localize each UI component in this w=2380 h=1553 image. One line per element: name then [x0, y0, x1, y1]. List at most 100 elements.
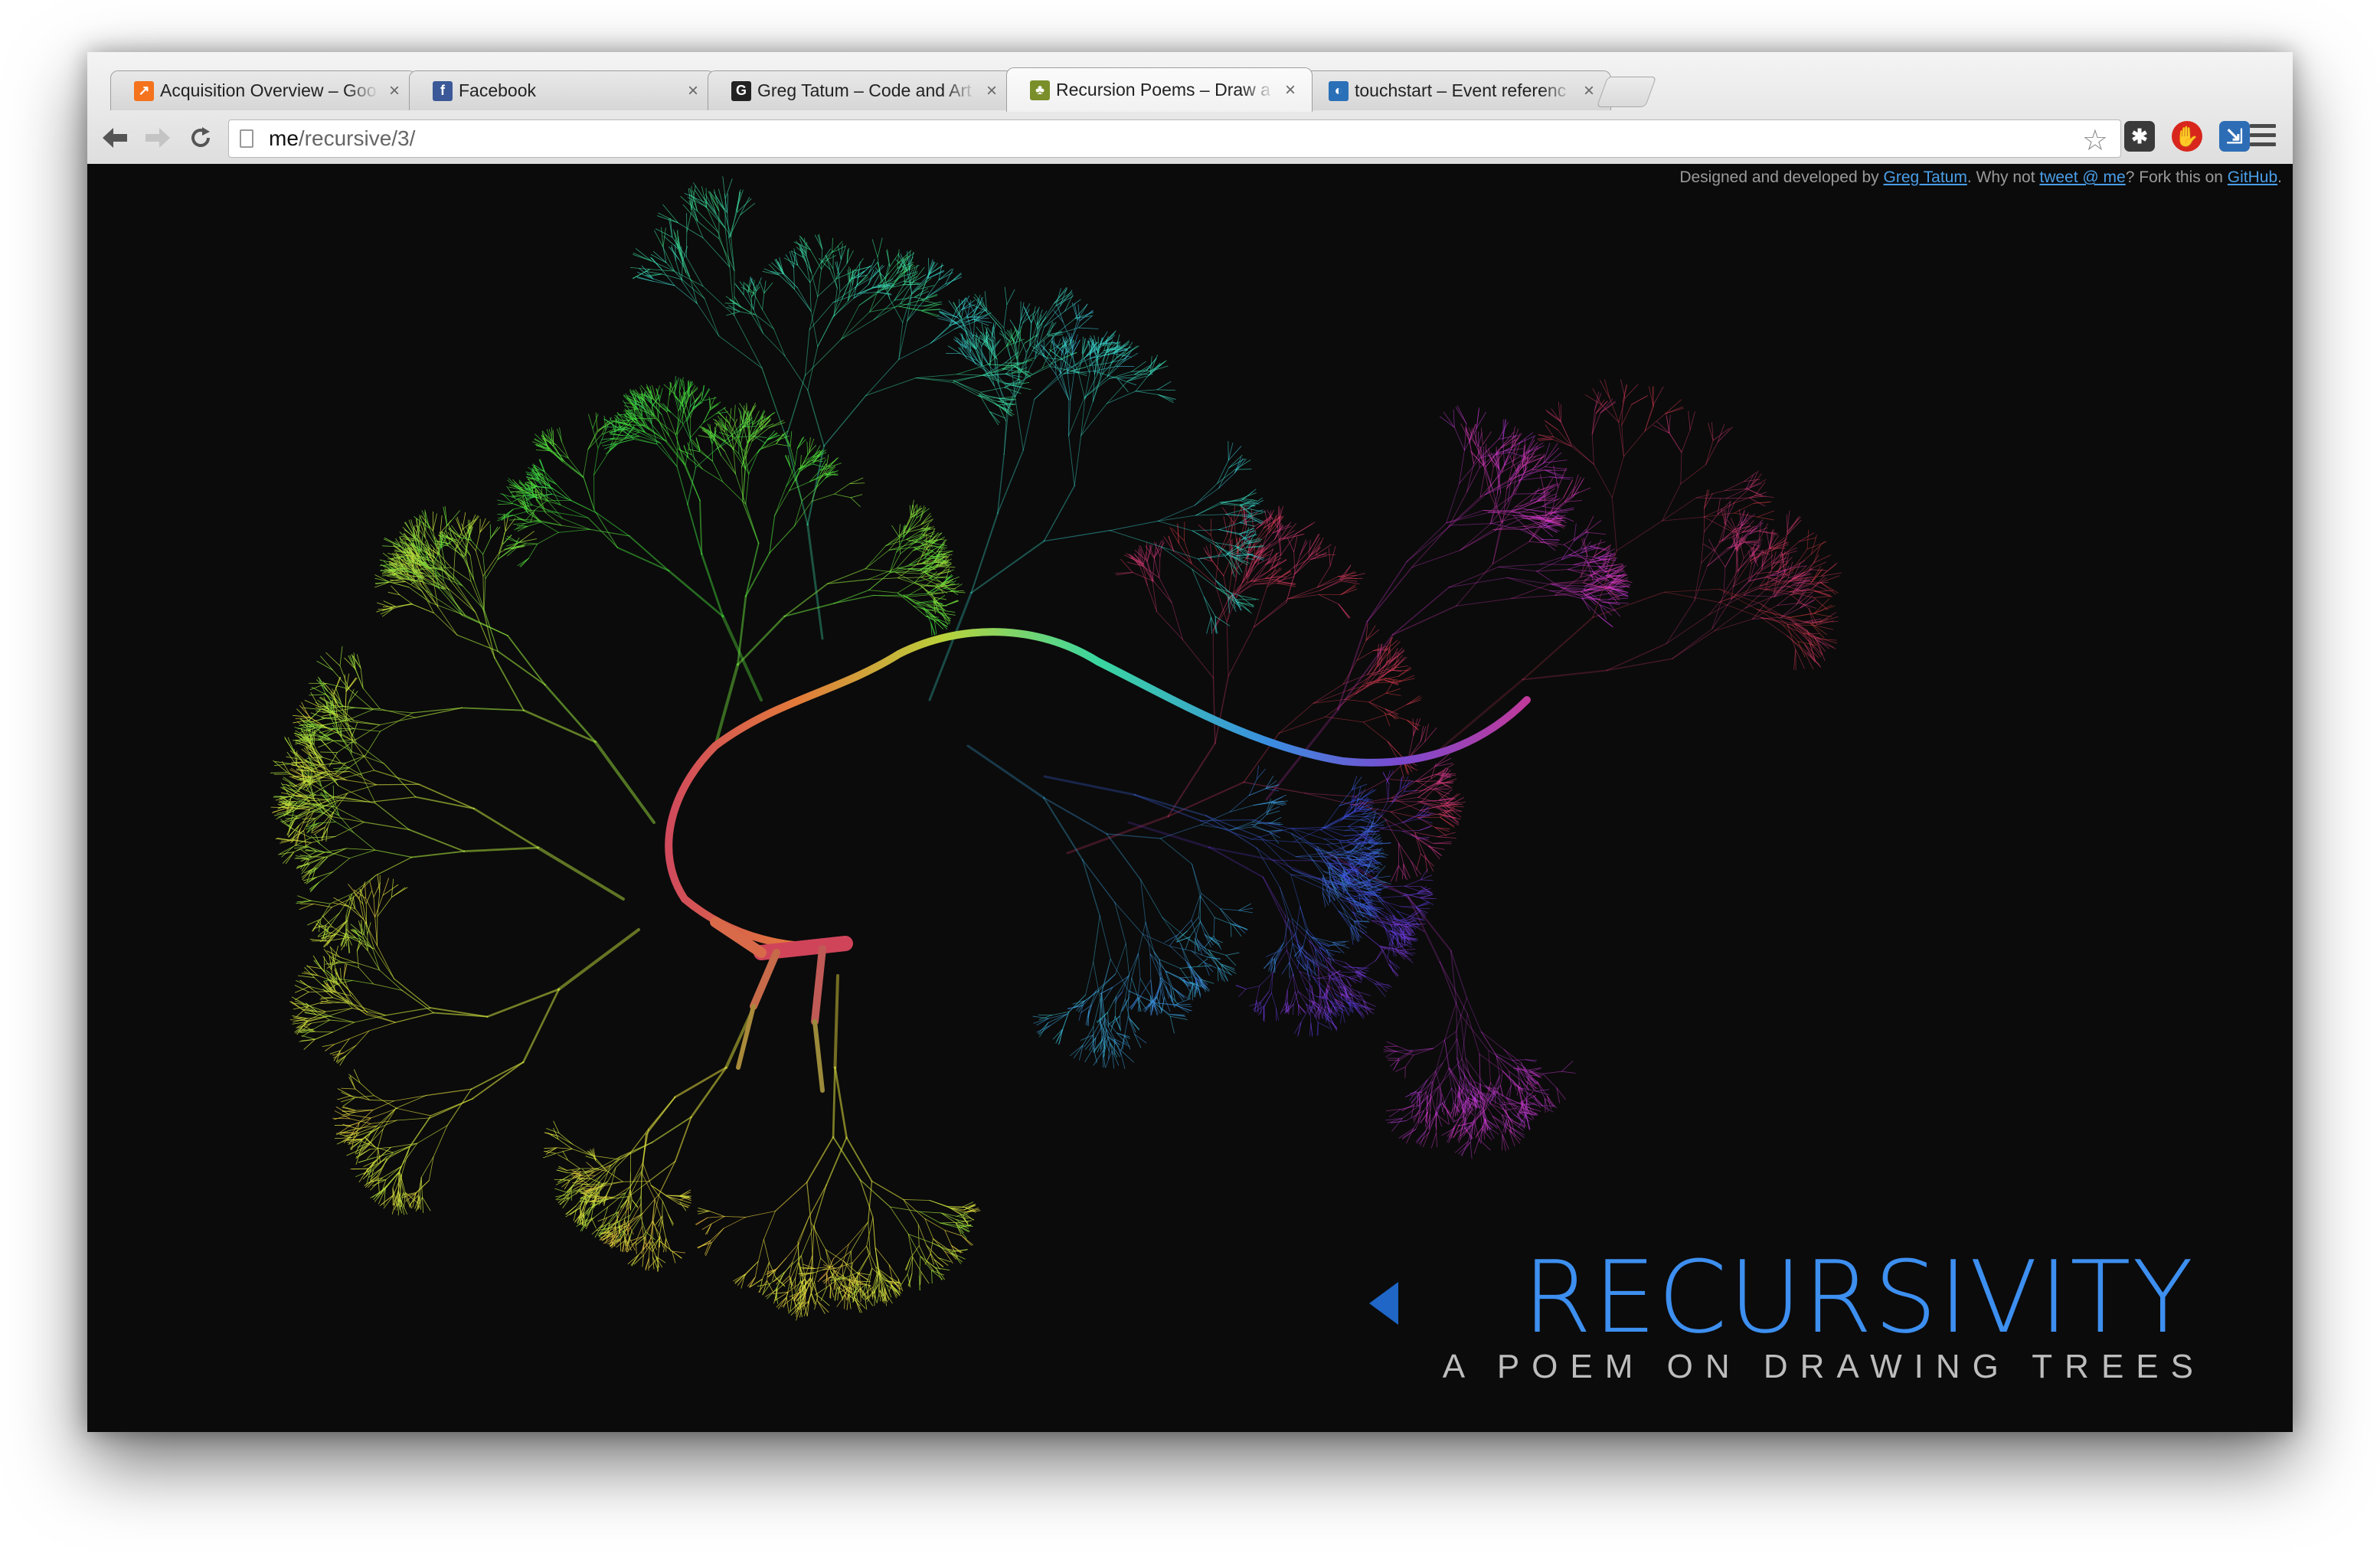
- tree-branch: [1223, 557, 1231, 577]
- tree-branch: [1070, 367, 1087, 371]
- facebook-icon: f: [433, 80, 453, 101]
- tree-branch: [1140, 879, 1146, 923]
- tree-branch: [1631, 395, 1649, 405]
- tree-branch: [1439, 416, 1455, 428]
- tree-branch: [1145, 921, 1151, 954]
- tree-branch: [1446, 805, 1462, 818]
- tree-branch: [1088, 990, 1097, 1011]
- tree-branch: [810, 311, 819, 347]
- tree-branch: [833, 298, 855, 316]
- tree-branch: [1052, 1028, 1063, 1040]
- forward-button[interactable]: [141, 121, 175, 155]
- tree-branch: [724, 178, 733, 199]
- tree-branch: [973, 319, 989, 326]
- tree-branch: [1003, 304, 1008, 329]
- tree-branch: [658, 212, 678, 224]
- tree-branch: [1599, 604, 1612, 616]
- menu-icon[interactable]: [2250, 124, 2276, 150]
- tree-branch: [1110, 959, 1130, 992]
- tree-branch: [1384, 1045, 1398, 1048]
- tree-branch: [970, 540, 1045, 594]
- tree-branch: [1220, 908, 1240, 911]
- tree-branch: [479, 518, 486, 533]
- tree-branch: [1798, 537, 1816, 542]
- tree-branch: [1600, 380, 1610, 399]
- tree-branch: [973, 312, 976, 337]
- close-tab-icon[interactable]: ×: [385, 80, 404, 102]
- tree-branch: [1545, 420, 1558, 430]
- tree-branch: [823, 394, 867, 446]
- tree-branch: [1664, 588, 1720, 593]
- tab-acquisition-overview[interactable]: ↗ Acquisition Overview – Goo ×: [110, 70, 417, 110]
- tree-branch: [1450, 523, 1492, 526]
- tree-branch: [593, 740, 655, 824]
- tab-touchstart[interactable]: ◐ touchstart – Event referenc ×: [1305, 70, 1611, 110]
- tree-branch: [818, 234, 823, 250]
- tree-branch: [1388, 704, 1407, 714]
- tab-recursion-poems[interactable]: ♣ Recursion Poems – Draw a ×: [1006, 67, 1313, 112]
- close-tab-icon[interactable]: ×: [1580, 80, 1598, 102]
- extension-share-icon[interactable]: ⇲: [2219, 121, 2250, 152]
- tree-branch: [1293, 554, 1316, 568]
- tree-branch: [1399, 949, 1416, 951]
- bookmark-star-icon[interactable]: ☆: [2082, 123, 2108, 158]
- tree-branch: [1292, 973, 1296, 992]
- tree-branch: [1197, 958, 1208, 967]
- tree-branch: [1293, 536, 1298, 553]
- tree-branch: [921, 310, 938, 318]
- url-text[interactable]: me/recursive/3/: [269, 126, 415, 151]
- tree-branch: [1169, 1015, 1188, 1020]
- tree-branch: [1182, 639, 1214, 678]
- tree-branch: [1187, 984, 1194, 999]
- new-tab-button[interactable]: [1596, 77, 1657, 107]
- tree-branch: [970, 512, 999, 594]
- tree-branch: [1254, 587, 1268, 628]
- tree-branch: [1491, 516, 1522, 524]
- tree-branch: [365, 731, 381, 756]
- tree-branch: [1159, 556, 1161, 578]
- tree-branch: [662, 247, 675, 272]
- extension-puzzle-icon[interactable]: ✱: [2124, 121, 2155, 152]
- tab-greg-tatum[interactable]: G Greg Tatum – Code and Art ×: [708, 70, 1014, 110]
- tree-branch: [976, 334, 977, 349]
- reload-button[interactable]: [184, 121, 217, 155]
- tree-branch: [1322, 816, 1345, 829]
- tree-branch: [1322, 892, 1329, 906]
- adblock-icon[interactable]: ✋: [2172, 121, 2202, 152]
- tree-branch: [1317, 1022, 1330, 1029]
- tree-branch: [1793, 649, 1796, 670]
- tree-branch: [763, 332, 786, 357]
- tree-branch: [1456, 405, 1467, 424]
- tree-branch: [831, 298, 843, 319]
- back-button[interactable]: [98, 121, 132, 155]
- close-tab-icon[interactable]: ×: [1281, 80, 1300, 101]
- tree-branch: [1746, 539, 1763, 542]
- tree-branch: [636, 277, 653, 282]
- tree-branch: [1725, 509, 1727, 525]
- tree-branch: [1725, 489, 1746, 499]
- tree-branch: [1133, 365, 1152, 375]
- tab-facebook[interactable]: f Facebook ×: [409, 70, 715, 110]
- tree-branch: [982, 374, 1005, 384]
- close-tab-icon[interactable]: ×: [684, 80, 702, 102]
- tree-branch: [1309, 855, 1324, 872]
- tree-branch: [832, 240, 843, 253]
- tree-branch: [1120, 1049, 1135, 1063]
- tree-branch: [1271, 794, 1286, 802]
- tree-branch: [1585, 515, 1594, 533]
- tree-branch: [988, 375, 1012, 386]
- tree-branch: [1600, 404, 1620, 423]
- tree-branch: [1124, 999, 1130, 1019]
- tree-branch: [750, 312, 763, 334]
- tree-branch: [1238, 910, 1254, 914]
- tree-branch: [1157, 381, 1172, 391]
- address-bar[interactable]: me/recursive/3/ ☆: [228, 119, 2121, 158]
- tree-branch: [1435, 1071, 1443, 1095]
- tree-branch: [804, 338, 842, 376]
- tree-branch: [938, 272, 953, 280]
- tree-branch: [1274, 942, 1285, 960]
- tree-branch: [1318, 594, 1339, 605]
- close-tab-icon[interactable]: ×: [982, 80, 1001, 102]
- tree-branch: [1470, 1142, 1473, 1159]
- tree-branch: [1199, 819, 1254, 822]
